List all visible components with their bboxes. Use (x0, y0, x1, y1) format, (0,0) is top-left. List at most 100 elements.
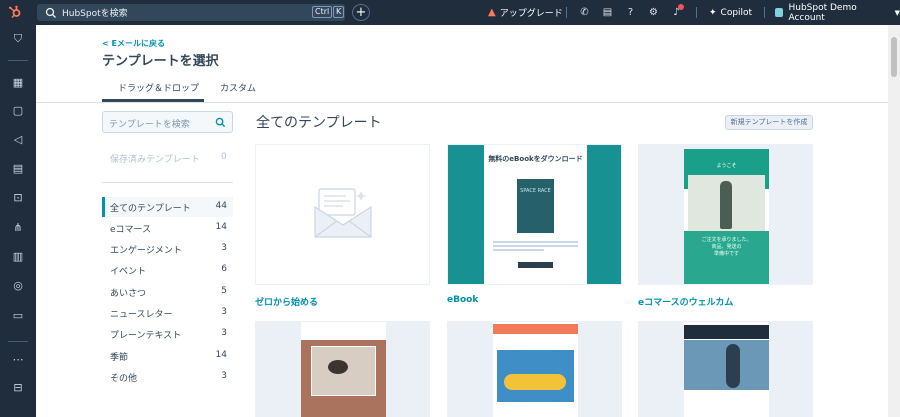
page-scrollbar[interactable] (888, 25, 900, 417)
help-icon[interactable]: ? (624, 6, 637, 19)
gear-icon[interactable]: ⚙ (647, 6, 660, 19)
template-card-blank[interactable] (255, 144, 430, 285)
page-title: テンプレートを選択 (102, 54, 219, 69)
marketplace-icon[interactable]: ▤ (601, 6, 614, 19)
upgrade-label: アップグレード (499, 9, 563, 19)
category-seasonal[interactable]: 季節 14 (102, 346, 233, 366)
preview-button (518, 262, 553, 268)
category-count: 3 (221, 328, 227, 338)
account-avatar-icon (775, 8, 784, 17)
notification-badge (678, 4, 684, 10)
category-label: ニュースレター (110, 310, 173, 320)
book-cover-title: SPACE RACE (520, 188, 551, 194)
wine-bottle-image (720, 181, 732, 229)
plus-icon[interactable]: + (352, 4, 370, 21)
ellipsis-icon[interactable]: ⋯ (10, 352, 26, 368)
contacts-icon[interactable]: ▢ (10, 103, 26, 119)
category-greeting[interactable]: あいさつ 5 (102, 282, 233, 302)
new-template-button[interactable]: 新規テンプレートを作成 (725, 115, 813, 130)
category-ecommerce[interactable]: eコマース 14 (102, 218, 233, 238)
saved-templates-count: 0 (221, 152, 227, 162)
template-name-ecommerce-welcome[interactable]: eコマースのウェルカム (638, 295, 733, 308)
grid-icon[interactable]: ▦ (10, 75, 26, 91)
sparkle-icon: ✦ (709, 7, 717, 18)
expand-icon[interactable]: ⊟ (10, 380, 26, 396)
category-all[interactable]: 全てのテンプレート 44 (102, 197, 233, 217)
commerce-icon[interactable]: ⊡ (10, 190, 26, 206)
scrollbar-thumb[interactable] (891, 37, 897, 77)
global-search-placeholder: HubSpotを検索 (62, 9, 128, 19)
megaphone-icon[interactable]: ◁ (10, 132, 26, 148)
divider (696, 7, 697, 18)
category-label: プレーンテキスト (110, 331, 182, 341)
account-name: HubSpot Demo Account (788, 2, 857, 23)
ebook-preview: 無料のeBookをダウンロード SPACE RACE (448, 145, 621, 284)
data-icon[interactable]: ◎ (10, 278, 26, 294)
category-count: 14 (215, 350, 227, 360)
saved-templates-label[interactable]: 保存済みテンプレート (110, 152, 200, 165)
section-title: 全てのテンプレート (256, 115, 382, 131)
account-menu[interactable]: HubSpot Demo Account ▼ (775, 0, 900, 25)
preview-raft (504, 374, 566, 390)
preview-body-text (493, 241, 578, 251)
rocket-icon: ▲ (488, 7, 496, 18)
bookmark-icon[interactable]: ⛉ (10, 31, 26, 47)
category-label: 全てのテンプレート (110, 204, 191, 214)
category-count: 6 (221, 264, 227, 274)
app-sidebar: ⛉ ▦ ▢ ◁ ▤ ⊡ ⋔ ▥ ◎ ▭ ⋯ ⊟ (0, 25, 36, 417)
category-count: 3 (221, 307, 227, 317)
template-card-row2-2[interactable] (447, 321, 622, 417)
category-count: 5 (221, 286, 227, 296)
category-label: イベント (110, 267, 147, 277)
library-icon[interactable]: ▭ (10, 308, 26, 324)
preview-title: 無料のeBookをダウンロード (488, 155, 583, 163)
preview-paper: 無料のeBookをダウンロード SPACE RACE (484, 145, 587, 284)
tab-divider (36, 102, 888, 103)
category-label: あいさつ (110, 289, 147, 299)
category-engagement[interactable]: エンゲージメント 3 (102, 239, 233, 259)
template-name-blank[interactable]: ゼロから始める (255, 295, 318, 308)
category-plaintext[interactable]: プレーンテキスト 3 (102, 324, 233, 344)
global-search-input[interactable]: HubSpotを検索 Ctrl K (37, 4, 345, 21)
divider (566, 7, 567, 18)
search-icon (215, 117, 226, 128)
kbd-k: K (333, 6, 345, 18)
top-nav-bar: HubSpotを検索 Ctrl K + ▲ アップグレード ✆ ▤ ? ⚙ ♪ … (0, 0, 900, 25)
divider (8, 341, 28, 342)
divider (764, 7, 765, 18)
tab-custom[interactable]: カスタム (220, 81, 256, 94)
template-search-placeholder: テンプレートを検索 (109, 120, 190, 130)
category-count: 44 (215, 201, 227, 211)
copilot-button[interactable]: ✦ Copilot (709, 0, 752, 25)
content-icon[interactable]: ▤ (10, 161, 26, 177)
category-label: eコマース (110, 225, 152, 235)
category-newsletter[interactable]: ニュースレター 3 (102, 303, 233, 323)
upgrade-button[interactable]: ▲ アップグレード (488, 0, 563, 25)
reports-icon[interactable]: ▥ (10, 249, 26, 265)
copilot-label: Copilot (720, 7, 753, 18)
template-name-ebook[interactable]: eBook (447, 295, 478, 305)
category-label: その他 (110, 374, 138, 384)
preview-header-band (493, 324, 578, 334)
category-other[interactable]: その他 3 (102, 367, 233, 387)
search-icon (45, 7, 56, 18)
tab-drag-drop[interactable]: ドラッグ＆ドロップ (118, 81, 199, 94)
category-count: 3 (221, 371, 227, 381)
template-card-row2-1[interactable] (255, 321, 430, 417)
template-card-ecommerce-welcome[interactable]: ようこそ ご注文を承りました。 商品、発送の 準備中です (638, 144, 813, 285)
divider (8, 60, 28, 61)
envelope-illustration-icon (314, 188, 372, 238)
workflow-icon[interactable]: ⋔ (10, 220, 26, 236)
category-event[interactable]: イベント 6 (102, 260, 233, 280)
category-label: 季節 (110, 353, 129, 363)
phone-icon[interactable]: ✆ (578, 6, 591, 19)
divider (102, 182, 233, 183)
template-card-row2-3[interactable] (638, 321, 813, 417)
template-card-ebook[interactable]: 無料のeBookをダウンロード SPACE RACE (447, 144, 622, 285)
template-search-input[interactable]: テンプレートを検索 (102, 111, 233, 133)
hubspot-logo-icon[interactable] (8, 5, 22, 19)
category-count: 3 (221, 243, 227, 253)
main-content: < Eメールに戻る テンプレートを選択 ドラッグ＆ドロップ カスタム テンプレー… (36, 25, 888, 417)
back-link[interactable]: < Eメールに戻る (102, 38, 165, 49)
preview-header-band (684, 325, 769, 339)
